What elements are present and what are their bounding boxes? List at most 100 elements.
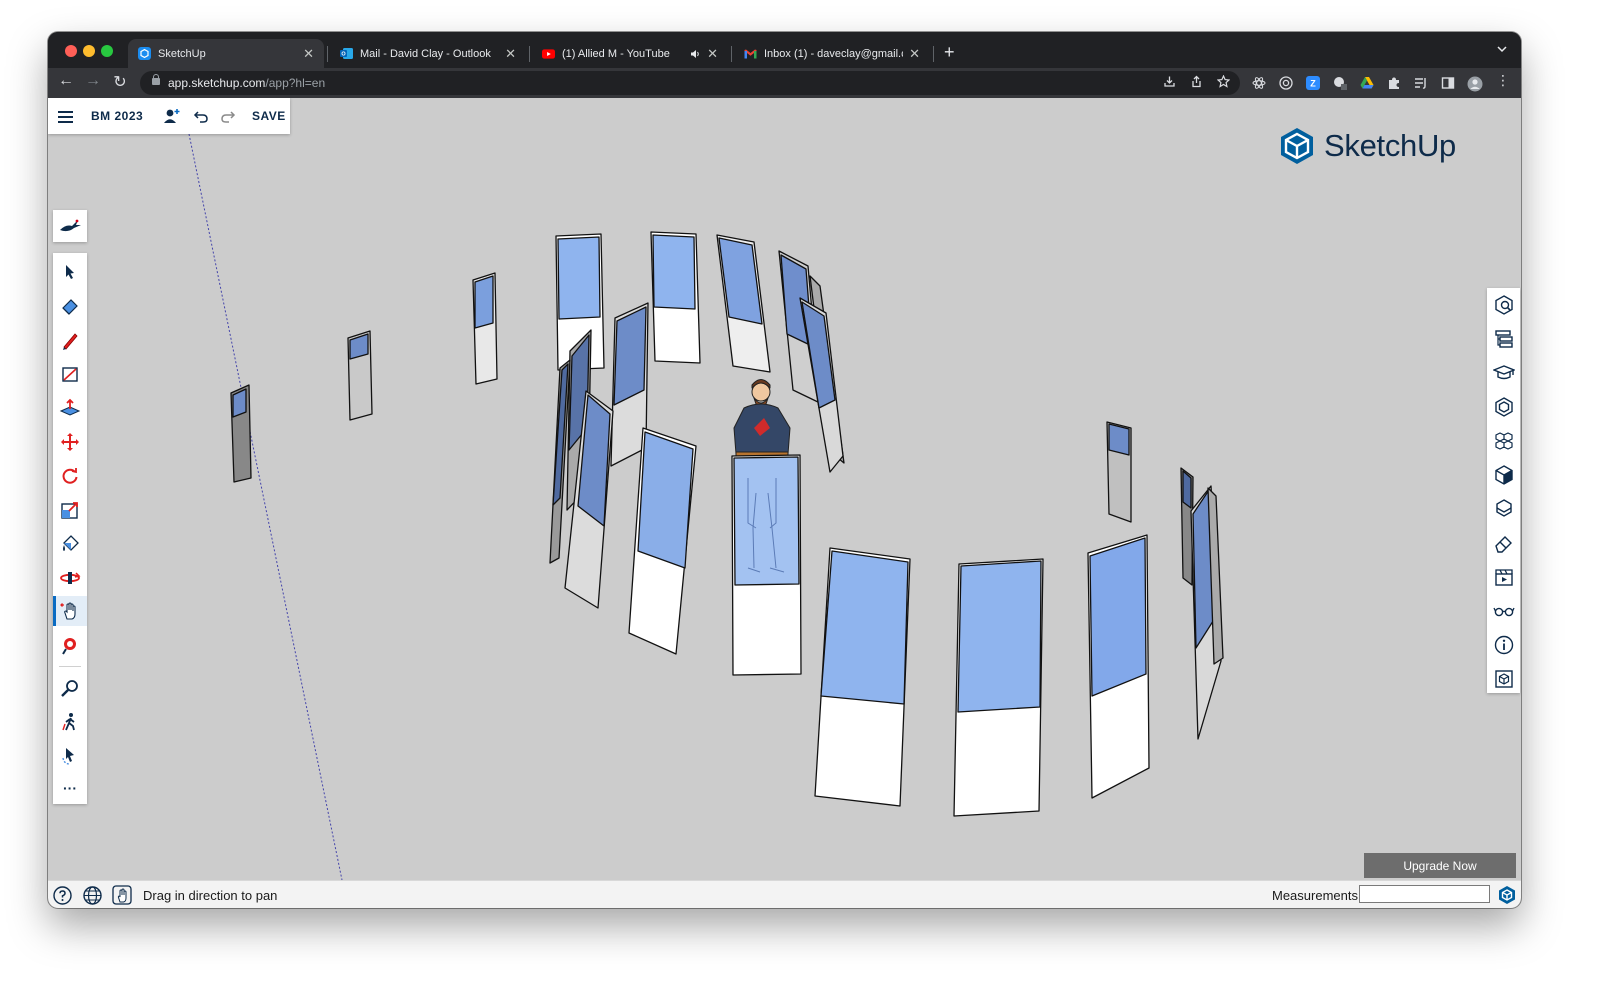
line-tool[interactable] bbox=[53, 325, 87, 355]
browser-menu-icon[interactable]: ⋮ bbox=[1492, 72, 1514, 89]
panel-3d-object bbox=[1087, 534, 1150, 799]
components-panel-button[interactable] bbox=[1487, 392, 1520, 422]
back-button[interactable]: ← bbox=[55, 72, 77, 90]
google-drive-icon[interactable] bbox=[1360, 76, 1374, 90]
rotate-icon bbox=[62, 468, 78, 484]
url-path: /app?hl=en bbox=[265, 76, 326, 90]
zoom-extension-icon[interactable]: Z bbox=[1306, 76, 1320, 90]
soften-eraser-icon bbox=[1494, 536, 1512, 553]
tab-strip: SketchUp ✕ O Mail - David Clay - Outlook… bbox=[48, 32, 1521, 68]
orbit-tool[interactable] bbox=[53, 563, 87, 593]
tab-gmail[interactable]: Inbox (1) - daveclay@gmail.com ✕ bbox=[734, 39, 930, 68]
materials-cubes-icon bbox=[1494, 432, 1513, 450]
panel-3d-object bbox=[230, 384, 252, 483]
upgrade-now-button[interactable]: Upgrade Now bbox=[1364, 853, 1516, 878]
instructor-tool-button[interactable] bbox=[53, 210, 87, 242]
close-tab-icon[interactable]: ✕ bbox=[303, 46, 314, 62]
close-window-button[interactable] bbox=[65, 45, 77, 57]
model-canvas[interactable] bbox=[48, 98, 1521, 880]
instructor-panel-button[interactable] bbox=[1487, 358, 1520, 388]
reload-button[interactable]: ↻ bbox=[109, 72, 131, 92]
help-icon[interactable] bbox=[52, 885, 72, 905]
outliner-icon bbox=[1494, 330, 1513, 348]
tab-youtube[interactable]: (1) Allied M - YouTube ✕ bbox=[532, 39, 728, 68]
sketchup-status-logo-icon[interactable] bbox=[1497, 885, 1517, 905]
panel-3d-object bbox=[814, 547, 911, 807]
sketchup-favicon-icon bbox=[138, 47, 151, 60]
outliner-panel-button[interactable] bbox=[1487, 324, 1520, 354]
display-panel-button[interactable] bbox=[1487, 596, 1520, 626]
share-user-icon[interactable] bbox=[163, 107, 181, 130]
gmail-favicon-icon bbox=[744, 47, 757, 60]
orbit-icon bbox=[60, 572, 81, 584]
lock-icon[interactable] bbox=[152, 74, 160, 85]
globe-icon[interactable] bbox=[82, 885, 102, 905]
save-button[interactable]: SAVE bbox=[252, 109, 286, 123]
push-pull-tool[interactable] bbox=[53, 393, 87, 423]
walk-tool[interactable] bbox=[53, 707, 87, 737]
extension-user-icon[interactable] bbox=[1333, 76, 1347, 90]
speaker-icon[interactable] bbox=[690, 49, 701, 59]
entity-info-panel-button[interactable] bbox=[1487, 290, 1520, 320]
side-panel-icon[interactable] bbox=[1441, 76, 1455, 90]
tab-search-chevron-icon[interactable] bbox=[1497, 44, 1507, 56]
redo-icon[interactable] bbox=[220, 108, 236, 129]
rectangle-tool[interactable] bbox=[53, 359, 87, 389]
bookmark-star-icon[interactable] bbox=[1216, 74, 1231, 91]
more-tools-button[interactable]: ··· bbox=[53, 773, 87, 803]
materials-panel-button[interactable] bbox=[1487, 426, 1520, 456]
eraser-icon bbox=[62, 299, 78, 315]
zoom-tool[interactable] bbox=[53, 673, 87, 703]
close-tab-icon[interactable]: ✕ bbox=[505, 46, 516, 62]
move-tool[interactable] bbox=[53, 427, 87, 457]
rotate-tool[interactable] bbox=[53, 461, 87, 491]
scenes-panel-button[interactable] bbox=[1487, 562, 1520, 592]
project-name[interactable]: BM 2023 bbox=[91, 109, 143, 123]
new-tab-button[interactable]: + bbox=[944, 42, 955, 63]
model-viewport[interactable]: BM 2023 SAVE SketchUp ··· Upgrade Now bbox=[48, 98, 1521, 880]
measurements-label: Measurements bbox=[1272, 888, 1358, 903]
eraser-tool[interactable] bbox=[53, 291, 87, 321]
address-bar[interactable]: app.sketchup.com/app?hl=en bbox=[140, 71, 1240, 95]
undo-icon[interactable] bbox=[193, 108, 209, 129]
glasses-icon bbox=[1492, 607, 1515, 617]
react-devtools-icon[interactable] bbox=[1252, 76, 1266, 90]
position-camera-tool[interactable] bbox=[53, 741, 87, 771]
panel-3d-object bbox=[628, 427, 697, 655]
svg-text:Z: Z bbox=[1310, 79, 1316, 89]
tags-panel-button[interactable] bbox=[1487, 494, 1520, 524]
sketchup-logo: SketchUp bbox=[1278, 126, 1456, 166]
reading-list-icon[interactable] bbox=[1414, 76, 1428, 90]
install-app-icon[interactable] bbox=[1163, 75, 1176, 91]
app-top-bar: BM 2023 SAVE bbox=[48, 98, 290, 134]
scale-tool[interactable] bbox=[53, 495, 87, 525]
tags-layers-icon bbox=[1495, 499, 1512, 517]
3d-warehouse-panel-button[interactable] bbox=[1487, 664, 1520, 694]
url-host: app.sketchup.com bbox=[168, 76, 266, 90]
tab-outlook[interactable]: O Mail - David Clay - Outlook ✕ bbox=[330, 39, 526, 68]
extensions-puzzle-icon[interactable] bbox=[1387, 76, 1401, 90]
paint-bucket-icon bbox=[63, 535, 79, 551]
profile-avatar[interactable] bbox=[1467, 76, 1483, 92]
select-tool[interactable] bbox=[53, 257, 87, 287]
zoom-extents-tool[interactable] bbox=[53, 630, 87, 660]
status-hint: Drag in direction to pan bbox=[143, 888, 278, 903]
maximize-window-button[interactable] bbox=[101, 45, 113, 57]
pan-tool[interactable] bbox=[53, 596, 87, 626]
close-tab-icon[interactable]: ✕ bbox=[707, 46, 718, 62]
paint-bucket-tool[interactable] bbox=[53, 529, 87, 559]
minimize-window-button[interactable] bbox=[83, 45, 95, 57]
entity-info-icon bbox=[1494, 295, 1513, 315]
model-info-panel-button[interactable] bbox=[1487, 630, 1520, 660]
eraser-panel-button[interactable] bbox=[1487, 528, 1520, 558]
styles-panel-button[interactable] bbox=[1487, 460, 1520, 490]
share-icon[interactable] bbox=[1190, 75, 1203, 91]
forward-button[interactable]: → bbox=[82, 72, 104, 90]
graduation-cap-icon bbox=[1492, 365, 1515, 380]
measurements-input[interactable] bbox=[1359, 885, 1490, 903]
extension-target-icon[interactable] bbox=[1279, 76, 1293, 90]
tab-title: Inbox (1) - daveclay@gmail.com bbox=[764, 47, 903, 60]
menu-hamburger-icon[interactable] bbox=[58, 111, 73, 113]
tab-sketchup[interactable]: SketchUp ✕ bbox=[128, 39, 324, 68]
close-tab-icon[interactable]: ✕ bbox=[909, 46, 920, 62]
